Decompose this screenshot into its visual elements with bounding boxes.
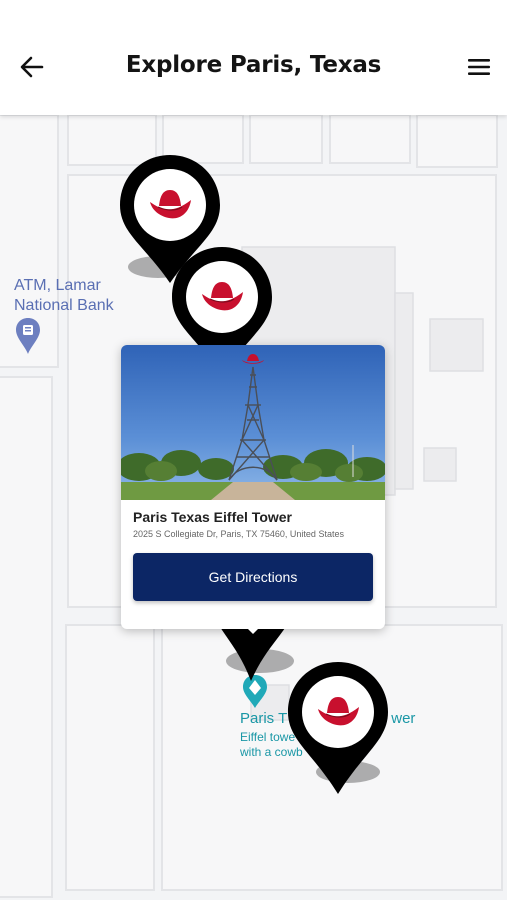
get-directions-button[interactable]: Get Directions [133,553,373,601]
app-header: Explore Paris, Texas [0,0,507,115]
place-name: Paris Texas Eiffel Tower [133,509,292,525]
place-address: 2025 S Collegiate Dr, Paris, TX 75460, U… [133,529,344,539]
atm-label-line1: ATM, Lamar [14,277,101,294]
atm-label-line2: National Bank [14,297,114,314]
place-info-card[interactable]: Paris Texas Eiffel Tower 2025 S Collegia… [121,345,385,629]
tower-label-start: Paris T [240,710,288,727]
atm-label[interactable]: ATM, Lamar National Bank [14,276,114,316]
map-marker-4[interactable] [286,662,396,798]
page-title: Explore Paris, Texas [125,52,382,78]
card-pointer [241,622,265,634]
place-photo [121,345,385,500]
hamburger-menu-icon [468,59,490,75]
menu-button[interactable] [461,50,497,84]
